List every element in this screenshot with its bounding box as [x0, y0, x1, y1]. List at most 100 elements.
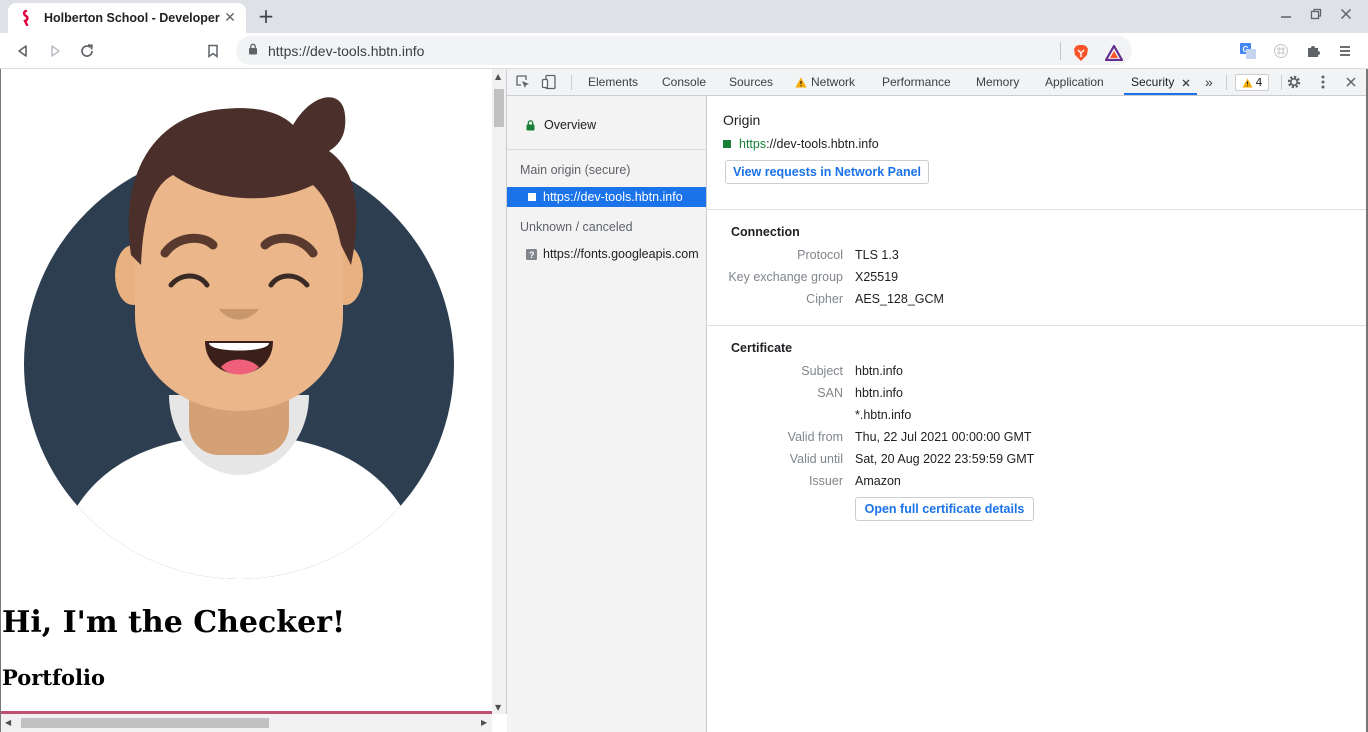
page-title: Hi, I'm the Checker! — [2, 605, 346, 640]
toolbar-divider-3 — [1281, 75, 1282, 90]
vertical-scrollbar[interactable]: ▲ ▼ — [492, 69, 507, 714]
kv-key: Protocol — [797, 248, 843, 262]
scroll-right-icon[interactable]: ▶ — [481, 718, 487, 727]
avatar-illustration — [24, 97, 454, 579]
kv-key: Valid from — [787, 430, 843, 444]
omnibox-divider — [1060, 42, 1061, 60]
kv-value: hbtn.info — [855, 386, 903, 400]
tab-strip: Holberton School - Developer ✕ + — [0, 0, 1368, 33]
extension-grid-icon[interactable] — [1270, 40, 1292, 62]
secure-square-icon — [723, 140, 731, 148]
tab-network[interactable]: Network — [811, 69, 855, 95]
horizontal-scroll-thumb[interactable] — [21, 718, 269, 728]
warning-icon — [1242, 78, 1252, 87]
menu-icon[interactable] — [1334, 40, 1356, 62]
sidebar-item-main-origin-label: https://dev-tools.hbtn.info — [543, 190, 683, 204]
more-tabs-icon[interactable]: » — [1205, 69, 1213, 95]
new-tab-button[interactable]: + — [256, 6, 276, 26]
reload-icon[interactable] — [75, 39, 99, 63]
url-text: https://dev-tools.hbtn.info — [268, 42, 425, 59]
browser-toolbar: https://dev-tools.hbtn.info G — [0, 33, 1368, 69]
customize-menu-icon[interactable] — [1315, 74, 1331, 90]
browser-tab[interactable]: Holberton School - Developer ✕ — [8, 3, 246, 33]
sidebar-item-overview[interactable]: Overview — [507, 115, 706, 135]
tab-security-label: Security — [1131, 75, 1175, 89]
close-devtools-icon[interactable] — [1343, 74, 1359, 90]
sidebar-divider — [507, 149, 706, 150]
kv-value: AES_128_GCM — [855, 292, 944, 306]
kv-key: SAN — [817, 386, 843, 400]
close-tab-icon[interactable] — [1178, 75, 1194, 91]
security-sidebar: Overview Main origin (secure) https://de… — [507, 96, 707, 732]
scroll-up-icon[interactable]: ▲ — [495, 72, 501, 81]
tab-application[interactable]: Application — [1045, 69, 1104, 95]
kv-value: Sat, 20 Aug 2022 23:59:59 GMT — [855, 452, 1035, 466]
address-bar[interactable]: https://dev-tools.hbtn.info — [236, 36, 1132, 65]
origin-title: Origin — [723, 112, 761, 128]
sidebar-item-overview-label: Overview — [544, 118, 597, 132]
view-requests-button[interactable]: View requests in Network Panel — [725, 160, 929, 184]
holberton-favicon-icon — [18, 10, 34, 26]
secure-square-icon — [528, 193, 536, 201]
section-divider-2 — [707, 325, 1368, 326]
kv-value: X25519 — [855, 270, 899, 284]
page-subtitle: Portfolio — [2, 665, 106, 690]
security-main-panel: Origin https://dev-tools.hbtn.info View … — [707, 96, 1368, 732]
tab-sources[interactable]: Sources — [729, 69, 773, 95]
lock-icon[interactable] — [248, 43, 258, 58]
network-warning-icon — [793, 74, 809, 90]
sidebar-item-unknown-origin-label: https://fonts.googleapis.com — [543, 247, 699, 261]
forward-icon[interactable] — [43, 39, 67, 63]
warning-count: 4 — [1255, 76, 1263, 89]
connection-heading: Connection — [731, 225, 800, 239]
lock-icon — [526, 119, 535, 130]
tab-memory[interactable]: Memory — [976, 69, 1019, 95]
origin-url-row: https://dev-tools.hbtn.info — [723, 137, 879, 151]
scroll-left-icon[interactable]: ◀ — [5, 718, 11, 727]
device-toolbar-icon[interactable] — [541, 74, 557, 90]
toolbar-divider — [571, 75, 572, 90]
open-certificate-button[interactable]: Open full certificate details — [855, 497, 1034, 521]
tab-close-icon[interactable]: ✕ — [222, 10, 238, 26]
devtools-tab-bar: Elements Console Sources Network Perform… — [507, 69, 1368, 96]
kv-value: Thu, 22 Jul 2021 00:00:00 GMT — [855, 430, 1032, 444]
settings-gear-icon[interactable] — [1286, 74, 1302, 90]
kv-key: Subject — [801, 364, 843, 378]
tab-console[interactable]: Console — [662, 69, 706, 95]
brave-rewards-icon[interactable] — [1103, 42, 1125, 64]
certificate-heading: Certificate — [731, 341, 793, 355]
translate-icon[interactable]: G — [1237, 40, 1259, 62]
kv-key: Key exchange group — [728, 270, 843, 284]
tab-performance[interactable]: Performance — [882, 69, 951, 95]
sidebar-item-main-origin[interactable]: https://dev-tools.hbtn.info — [507, 187, 706, 207]
brave-shields-icon[interactable] — [1070, 42, 1092, 64]
unknown-heading: Unknown / canceled — [520, 220, 633, 234]
tab-elements[interactable]: Elements — [588, 69, 638, 95]
kv-value: hbtn.info — [855, 364, 903, 378]
restore-icon[interactable] — [1306, 8, 1326, 24]
kv-key: Issuer — [808, 474, 843, 488]
inspect-element-icon[interactable] — [515, 74, 531, 90]
kv-key: Cipher — [806, 292, 843, 306]
kv-value: *.hbtn.info — [855, 408, 912, 422]
kv-value: TLS 1.3 — [855, 248, 899, 262]
unknown-question-icon: ? — [526, 248, 537, 260]
back-icon[interactable] — [11, 39, 35, 63]
main-origin-heading: Main origin (secure) — [520, 163, 631, 177]
toolbar-divider-2 — [1226, 75, 1227, 90]
kv-key: Valid until — [789, 452, 843, 466]
kv-value: Amazon — [855, 474, 901, 488]
scroll-down-icon[interactable]: ▼ — [495, 703, 501, 712]
section-divider — [707, 209, 1368, 210]
bookmark-icon[interactable] — [201, 39, 225, 63]
sidebar-item-unknown-origin[interactable]: ? https://fonts.googleapis.com — [507, 244, 706, 264]
vertical-scroll-thumb[interactable] — [494, 89, 504, 127]
origin-url: https://dev-tools.hbtn.info — [739, 137, 879, 151]
svg-text:?: ? — [529, 250, 535, 260]
extensions-puzzle-icon[interactable] — [1302, 40, 1324, 62]
warnings-badge[interactable]: 4 — [1235, 74, 1269, 91]
close-window-icon[interactable] — [1336, 8, 1356, 24]
horizontal-scrollbar[interactable]: ◀ ▶ — [1, 714, 492, 732]
page-viewport: Hi, I'm the Checker! Portfolio ◀ ▶ — [0, 69, 492, 732]
minimize-icon[interactable] — [1276, 8, 1296, 24]
